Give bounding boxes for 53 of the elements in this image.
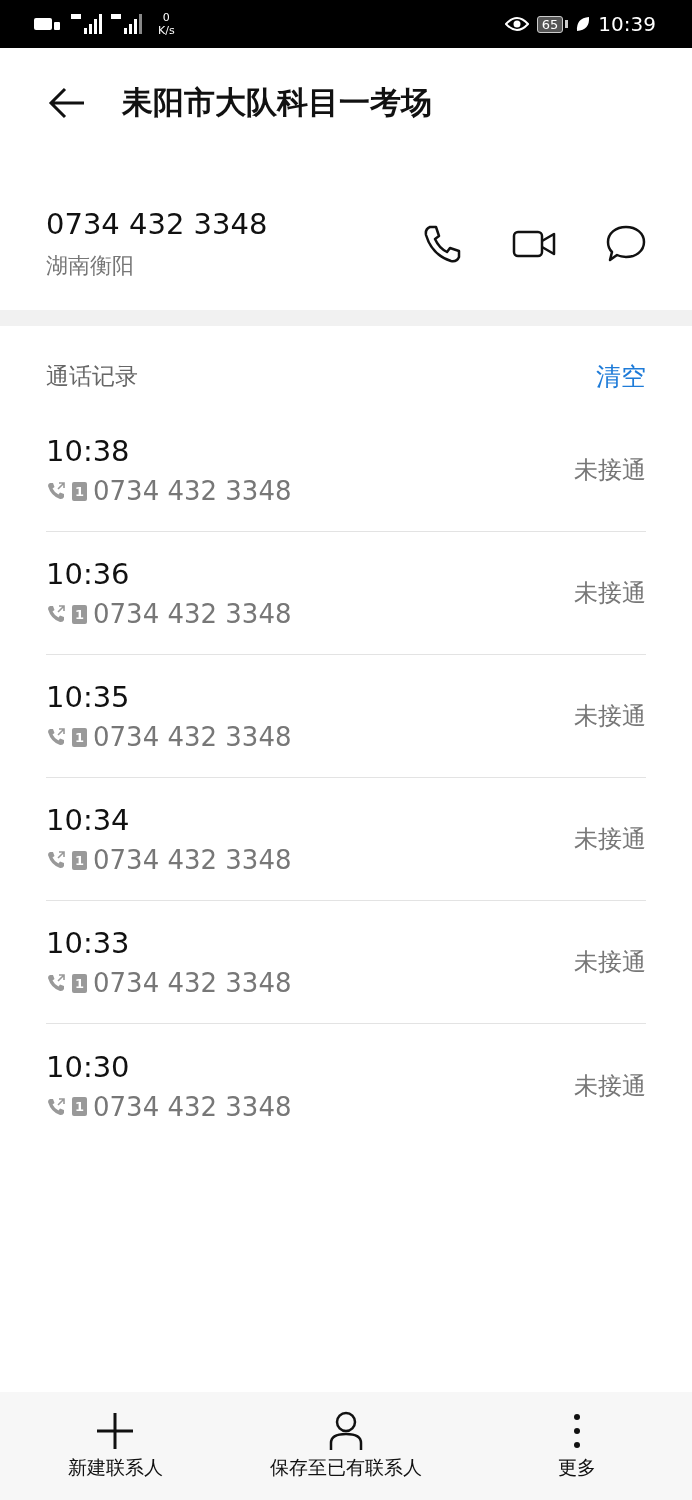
message-button[interactable] [606,224,646,264]
video-call-button[interactable] [512,229,556,259]
outgoing-call-icon [46,973,66,993]
sim-badge: 1 [72,973,87,993]
call-number: 0734 432 3348 [93,476,292,506]
call-number: 0734 432 3348 [93,599,292,629]
call-status: 未接通 [574,947,646,978]
clock: 10:39 [598,12,656,36]
section-title: 通话记录 [46,362,138,391]
sim-badge: 1 [72,1097,87,1116]
call-number: 0734 432 3348 [93,845,292,875]
toolbar-button[interactable]: 新建联系人 [0,1392,231,1500]
call-status: 未接通 [574,455,646,486]
toolbar-button[interactable]: 更多 [461,1392,692,1500]
call-time: 10:30 [46,1049,131,1084]
network-speed: 0 [162,11,170,24]
outgoing-call-icon [46,481,66,501]
outgoing-call-icon [46,850,66,870]
sim-badge: 1 [72,481,87,501]
leaf-icon [576,16,591,32]
outgoing-call-icon [46,604,66,624]
sim-badge: 1 [72,727,87,747]
outgoing-call-icon [46,1096,66,1117]
call-number: 0734 432 3348 [93,968,292,998]
call-time: 10:36 [46,557,131,591]
contact-title: 耒阳市大队科目一考场 [122,83,432,122]
plus-icon [95,1411,136,1451]
call-time: 10:33 [46,926,131,960]
more-icon [572,1411,581,1451]
call-status: 未接通 [574,578,646,609]
signal-icon [70,13,102,35]
outgoing-call-icon [46,727,66,747]
person-icon [329,1411,363,1451]
phone-number: 0734 432 3348 [46,207,268,241]
sim-badge: 1 [72,850,87,870]
call-status: 未接通 [574,1070,646,1102]
clear-button[interactable]: 清空 [596,360,646,393]
signal-icon [110,13,142,35]
sim-badge: 1 [72,604,87,624]
call-time: 10:38 [46,434,131,468]
call-number: 0734 432 3348 [93,722,292,752]
call-status: 未接通 [574,824,646,855]
call-button[interactable] [422,224,462,264]
call-time: 10:34 [46,803,131,837]
call-time: 10:35 [46,680,131,714]
location: 湖南衡阳 [46,252,135,280]
call-status: 未接通 [574,701,646,732]
battery-level: 65 [536,15,564,33]
eye-icon [504,16,529,32]
call-number: 0734 432 3348 [93,1091,292,1122]
back-icon[interactable] [48,87,86,119]
toolbar-button[interactable]: 保存至已有联系人 [230,1392,462,1500]
speed-unit: K/s [158,24,175,37]
